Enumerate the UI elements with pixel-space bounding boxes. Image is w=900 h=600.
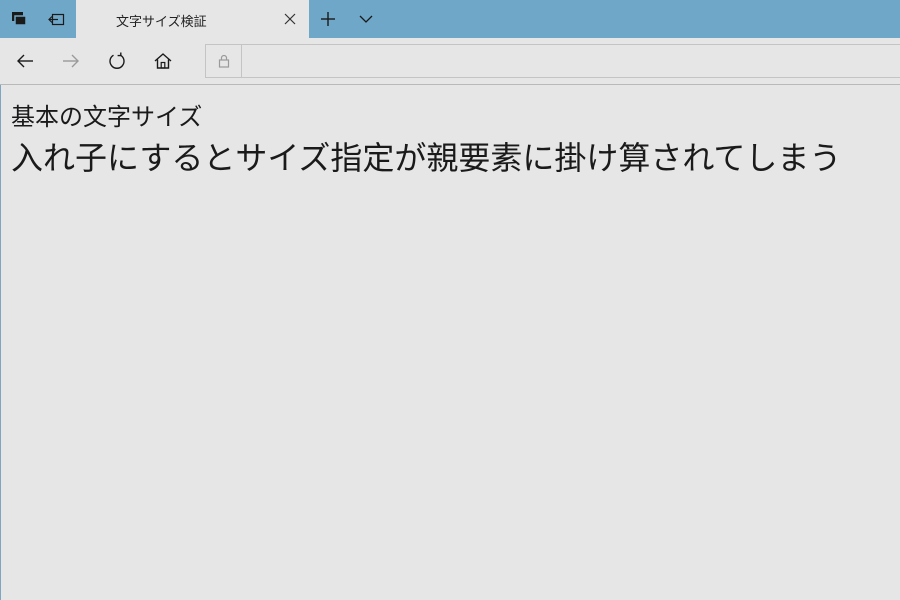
lock-icon[interactable] (206, 45, 242, 77)
back-arrow-icon (17, 54, 33, 68)
tab-title: 文字サイズ検証 (116, 15, 207, 30)
home-button[interactable] (146, 44, 180, 78)
refresh-icon (109, 52, 125, 69)
browser-tab[interactable]: 文字サイズ検証 (76, 0, 309, 38)
tab-list-button[interactable] (347, 0, 385, 38)
forward-button[interactable] (54, 44, 88, 78)
navigation-toolbar (0, 38, 900, 85)
plus-icon (321, 12, 335, 26)
forward-arrow-icon (63, 54, 79, 68)
address-input[interactable] (246, 51, 850, 73)
home-icon (154, 53, 172, 69)
refresh-button[interactable] (100, 44, 134, 78)
address-bar[interactable] (205, 44, 900, 78)
close-icon (284, 13, 296, 25)
nested-size-text: 入れ子にするとサイズ指定が親要素に掛け算されてしまう (11, 139, 842, 177)
basic-size-text: 基本の文字サイズ (11, 103, 203, 131)
chevron-down-icon (359, 15, 373, 23)
page-content: 基本の文字サイズ 入れ子にするとサイズ指定が親要素に掛け算されてしまう (0, 85, 900, 600)
back-button[interactable] (8, 44, 42, 78)
title-bar: 文字サイズ検証 (0, 0, 900, 38)
new-tab-button[interactable] (309, 0, 347, 38)
close-tab-button[interactable] (281, 10, 299, 28)
tabs-aside-icon[interactable] (0, 0, 38, 38)
set-tabs-aside-icon[interactable] (38, 0, 76, 38)
